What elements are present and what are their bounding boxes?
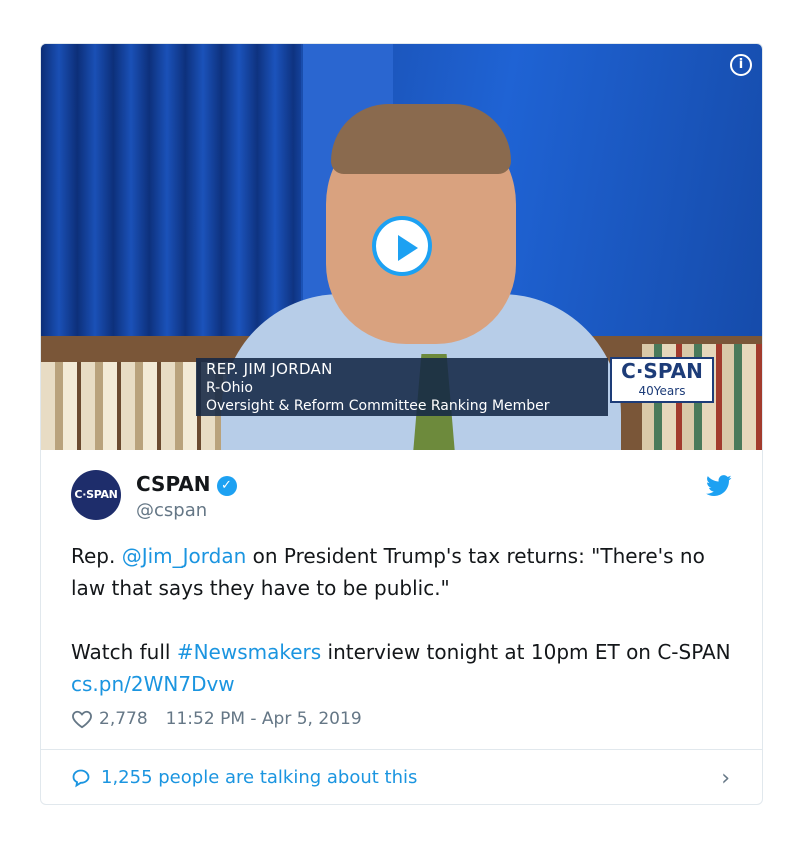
conversation-footer[interactable]: 1,255 people are talking about this › <box>41 749 762 804</box>
speaker-hair <box>331 104 511 174</box>
talking-about-link[interactable]: 1,255 people are talking about this <box>101 767 417 788</box>
tweet-text-p2-middle: interview tonight at 10pm ET on C-SPAN <box>321 640 731 664</box>
heart-icon[interactable] <box>71 709 93 729</box>
tweet-paragraph-2: Watch full #Newsmakers interview tonight… <box>71 636 732 700</box>
hashtag-link[interactable]: #Newsmakers <box>177 640 321 664</box>
display-name-text[interactable]: CSPAN <box>136 472 211 496</box>
network-logo-name: C·SPAN <box>621 359 703 383</box>
tweet-text-p1-prefix: Rep. <box>71 544 122 568</box>
user-handle[interactable]: @cspan <box>136 500 207 522</box>
twitter-bird-icon[interactable] <box>706 475 732 497</box>
verified-badge-icon: ✓ <box>216 476 237 496</box>
tweet-text-p2-prefix: Watch full <box>71 640 177 664</box>
tweet-body: C·SPAN CSPAN ✓ @cspan Rep. @Jim_Jordan on… <box>41 450 762 731</box>
tweet-header: C·SPAN CSPAN ✓ @cspan <box>71 450 732 535</box>
network-logo: C·SPAN 40Years <box>610 357 714 403</box>
caption-name: REP. JIM JORDAN <box>206 360 333 378</box>
like-count[interactable]: 2,778 <box>99 707 148 731</box>
caption-title: Oversight & Reform Committee Ranking Mem… <box>206 398 550 414</box>
video-thumbnail[interactable]: REP. JIM JORDAN R-Ohio Oversight & Refor… <box>41 44 762 450</box>
play-button[interactable] <box>372 216 432 276</box>
lower-third-caption: REP. JIM JORDAN R-Ohio Oversight & Refor… <box>196 358 608 416</box>
url-link[interactable]: cs.pn/2WN7Dvw <box>71 672 235 696</box>
tweet-text: Rep. @Jim_Jordan on President Trump's ta… <box>71 540 732 700</box>
tweet-paragraph-1: Rep. @Jim_Jordan on President Trump's ta… <box>71 540 732 604</box>
embedded-tweet-card: REP. JIM JORDAN R-Ohio Oversight & Refor… <box>40 43 763 805</box>
avatar[interactable]: C·SPAN <box>71 470 121 520</box>
info-icon[interactable]: i <box>730 54 752 76</box>
caption-party: R-Ohio <box>206 380 253 396</box>
mention-link[interactable]: @Jim_Jordan <box>122 544 247 568</box>
play-icon <box>398 235 418 261</box>
reply-bubble-icon <box>72 769 90 787</box>
tweet-meta: 2,778 11:52 PM - Apr 5, 2019 <box>71 707 732 731</box>
chevron-right-icon[interactable]: › <box>721 766 730 791</box>
network-logo-sub: 40Years <box>638 384 686 398</box>
timestamp[interactable]: 11:52 PM - Apr 5, 2019 <box>166 707 362 731</box>
display-name[interactable]: CSPAN ✓ <box>136 471 237 497</box>
